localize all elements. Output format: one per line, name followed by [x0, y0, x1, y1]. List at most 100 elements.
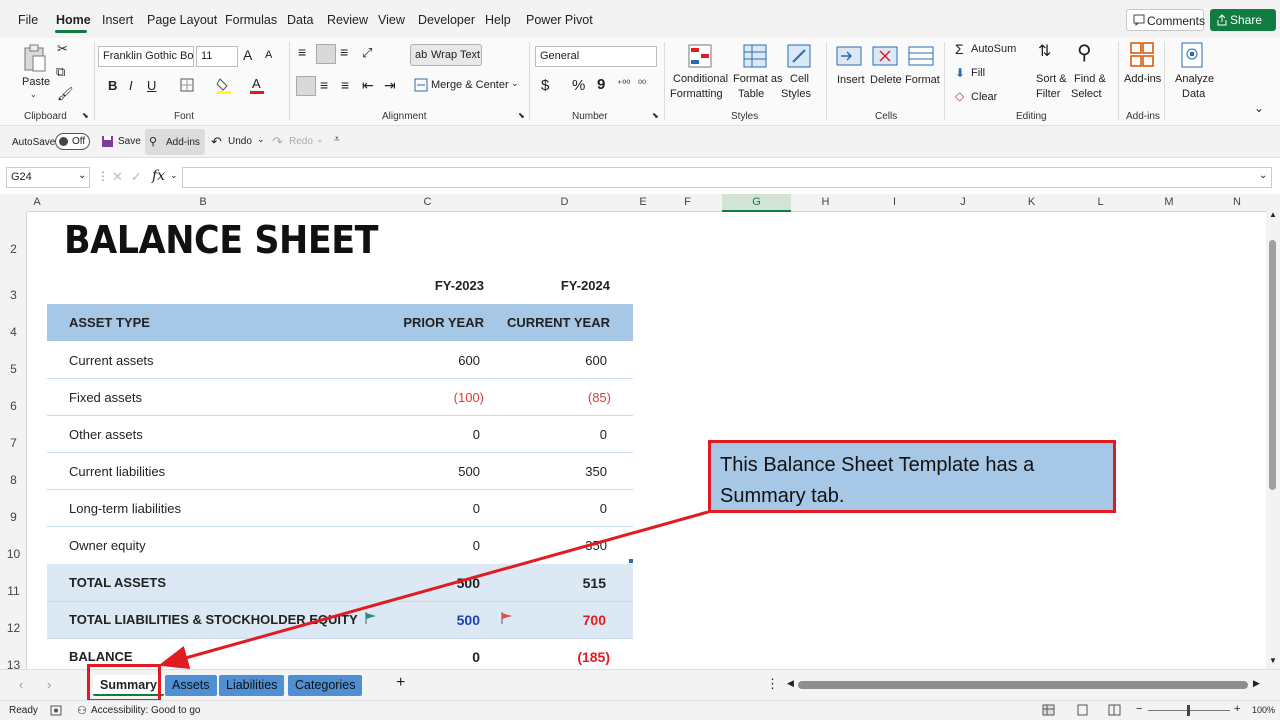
ribbon-collapse-chevron-icon[interactable]: ⌄ — [1254, 101, 1264, 115]
cell-styles-label2[interactable]: Styles — [781, 88, 811, 100]
paste-icon[interactable] — [22, 44, 48, 74]
col-header-l[interactable]: L — [1066, 196, 1135, 208]
row-header[interactable]: 12 — [0, 621, 27, 635]
save-icon[interactable] — [101, 135, 114, 148]
row-prior[interactable]: 0 — [380, 501, 480, 516]
zoom-in-icon[interactable]: + — [1234, 703, 1240, 715]
row-current[interactable]: 0 — [506, 427, 607, 442]
row-header[interactable]: 10 — [0, 547, 27, 561]
col-header-i[interactable]: I — [860, 196, 929, 208]
row-prior[interactable]: 500 — [380, 464, 480, 479]
borders-icon[interactable] — [180, 78, 194, 92]
menu-review[interactable]: Review — [327, 13, 368, 27]
align-left-button[interactable] — [296, 76, 316, 96]
font-size-select[interactable]: 11 — [196, 46, 238, 67]
row-header[interactable]: 9 — [0, 510, 27, 524]
decrease-indent-icon[interactable]: ⇤ — [362, 77, 374, 94]
number-format-select[interactable]: General — [535, 46, 657, 67]
share-button[interactable]: Share — [1210, 9, 1276, 31]
clipboard-launcher-icon[interactable]: ⬊ — [82, 111, 89, 120]
align-middle-button[interactable] — [316, 44, 336, 64]
zoom-out-icon[interactable]: − — [1136, 703, 1142, 715]
col-header-j[interactable]: J — [929, 196, 997, 208]
total-liabilities-label[interactable]: TOTAL LIABILITIES & STOCKHOLDER EQUITY — [69, 612, 358, 627]
cancel-icon[interactable]: ✕ — [112, 169, 123, 185]
delete-label[interactable]: Delete — [870, 74, 902, 86]
col-header-f[interactable]: F — [653, 196, 722, 208]
paste-label[interactable]: Paste — [22, 76, 50, 88]
row-prior[interactable]: 0 — [380, 538, 480, 553]
row-current[interactable]: 350 — [506, 538, 607, 553]
paste-chevron-icon[interactable]: ⌄ — [30, 90, 37, 99]
row-header[interactable]: 3 — [0, 288, 27, 302]
autosum-icon[interactable]: Σ — [955, 41, 964, 57]
col-header-k[interactable]: K — [997, 196, 1066, 208]
row-prior[interactable]: 600 — [380, 353, 480, 368]
fx-chevron-icon[interactable]: ⌄ — [170, 170, 178, 181]
horizontal-scroll-thumb[interactable] — [798, 681, 1248, 689]
col-header-a[interactable]: A — [27, 196, 47, 208]
redo-chevron-icon[interactable]: ⌄ — [316, 134, 324, 145]
col-header-m[interactable]: M — [1135, 196, 1203, 208]
undo-icon[interactable]: ↶ — [211, 134, 222, 150]
menu-file[interactable]: File — [18, 13, 38, 27]
cell-styles-label[interactable]: Cell — [790, 73, 809, 85]
comma-button[interactable]: 9 — [597, 76, 605, 93]
format-label[interactable]: Format — [905, 74, 940, 86]
cut-icon[interactable]: ✂ — [57, 41, 68, 57]
balance-label[interactable]: BALANCE — [69, 649, 133, 664]
header-asset-type[interactable]: ASSET TYPE — [69, 315, 150, 330]
header-current-year[interactable]: CURRENT YEAR — [490, 315, 610, 330]
row-prior[interactable]: 0 — [380, 427, 480, 442]
menu-view[interactable]: View — [378, 13, 405, 27]
col-header-d[interactable]: D — [496, 196, 633, 208]
row-label[interactable]: Other assets — [69, 427, 143, 442]
sort-filter-label[interactable]: Sort & — [1036, 73, 1067, 85]
menu-data[interactable]: Data — [287, 13, 313, 27]
format-cells-icon[interactable] — [908, 44, 934, 68]
total-assets-label[interactable]: TOTAL ASSETS — [69, 575, 166, 590]
tab-options-icon[interactable]: ⋮ — [766, 676, 779, 692]
cell-styles-icon[interactable] — [787, 44, 811, 68]
menu-home[interactable]: Home — [56, 13, 91, 27]
fill-color-icon[interactable] — [216, 76, 232, 94]
sheet-title[interactable]: BALANCE SHEET — [64, 218, 379, 262]
merge-icon[interactable] — [414, 78, 428, 92]
col-header-h[interactable]: H — [791, 196, 860, 208]
col-header-b[interactable]: B — [47, 196, 359, 208]
sort-filter-label2[interactable]: Filter — [1036, 88, 1060, 100]
row-current[interactable]: (85) — [506, 390, 611, 405]
col-header-g[interactable]: G — [722, 194, 791, 212]
col-header-c[interactable]: C — [359, 196, 496, 208]
grow-font-icon[interactable]: A — [243, 47, 252, 63]
expand-formula-chevron-icon[interactable]: ⌄ — [1259, 170, 1267, 181]
hscroll-left-icon[interactable]: ◀ — [787, 678, 794, 689]
align-top-icon[interactable]: ≡ — [298, 44, 306, 60]
comments-button[interactable]: Comments — [1126, 9, 1205, 31]
clear-icon[interactable]: ◇ — [955, 89, 964, 103]
row-prior[interactable]: (100) — [380, 390, 484, 405]
sort-filter-icon[interactable]: ⇅ — [1038, 41, 1051, 61]
total-liabilities-prior[interactable]: 500 — [380, 612, 480, 628]
tab-liabilities[interactable]: Liabilities — [219, 675, 285, 696]
balance-current[interactable]: (185) — [506, 649, 610, 665]
autosum-label[interactable]: AutoSum — [971, 43, 1016, 55]
insert-function-icon[interactable]: fx — [152, 168, 165, 184]
row-header[interactable]: 5 — [0, 362, 27, 376]
header-prior-year[interactable]: PRIOR YEAR — [380, 315, 484, 330]
undo-label[interactable]: Undo — [228, 136, 252, 147]
delete-cells-icon[interactable] — [872, 44, 898, 68]
row-header[interactable]: 11 — [0, 584, 27, 598]
menu-formulas[interactable]: Formulas — [225, 13, 277, 27]
total-liabilities-current[interactable]: 700 — [506, 612, 606, 628]
fill-label[interactable]: Fill — [971, 67, 985, 79]
col-header-e[interactable]: E — [633, 196, 653, 208]
analyze-data-label[interactable]: Analyze — [1175, 73, 1214, 85]
currency-button[interactable]: $ — [541, 77, 549, 94]
font-name-select[interactable]: Franklin Gothic Boo — [98, 46, 194, 67]
row-current[interactable]: 350 — [506, 464, 607, 479]
page-break-view-icon[interactable] — [1108, 704, 1121, 716]
save-label[interactable]: Save — [118, 136, 141, 147]
vertical-scroll-thumb[interactable] — [1269, 240, 1276, 490]
row-label[interactable]: Long-term liabilities — [69, 501, 181, 516]
